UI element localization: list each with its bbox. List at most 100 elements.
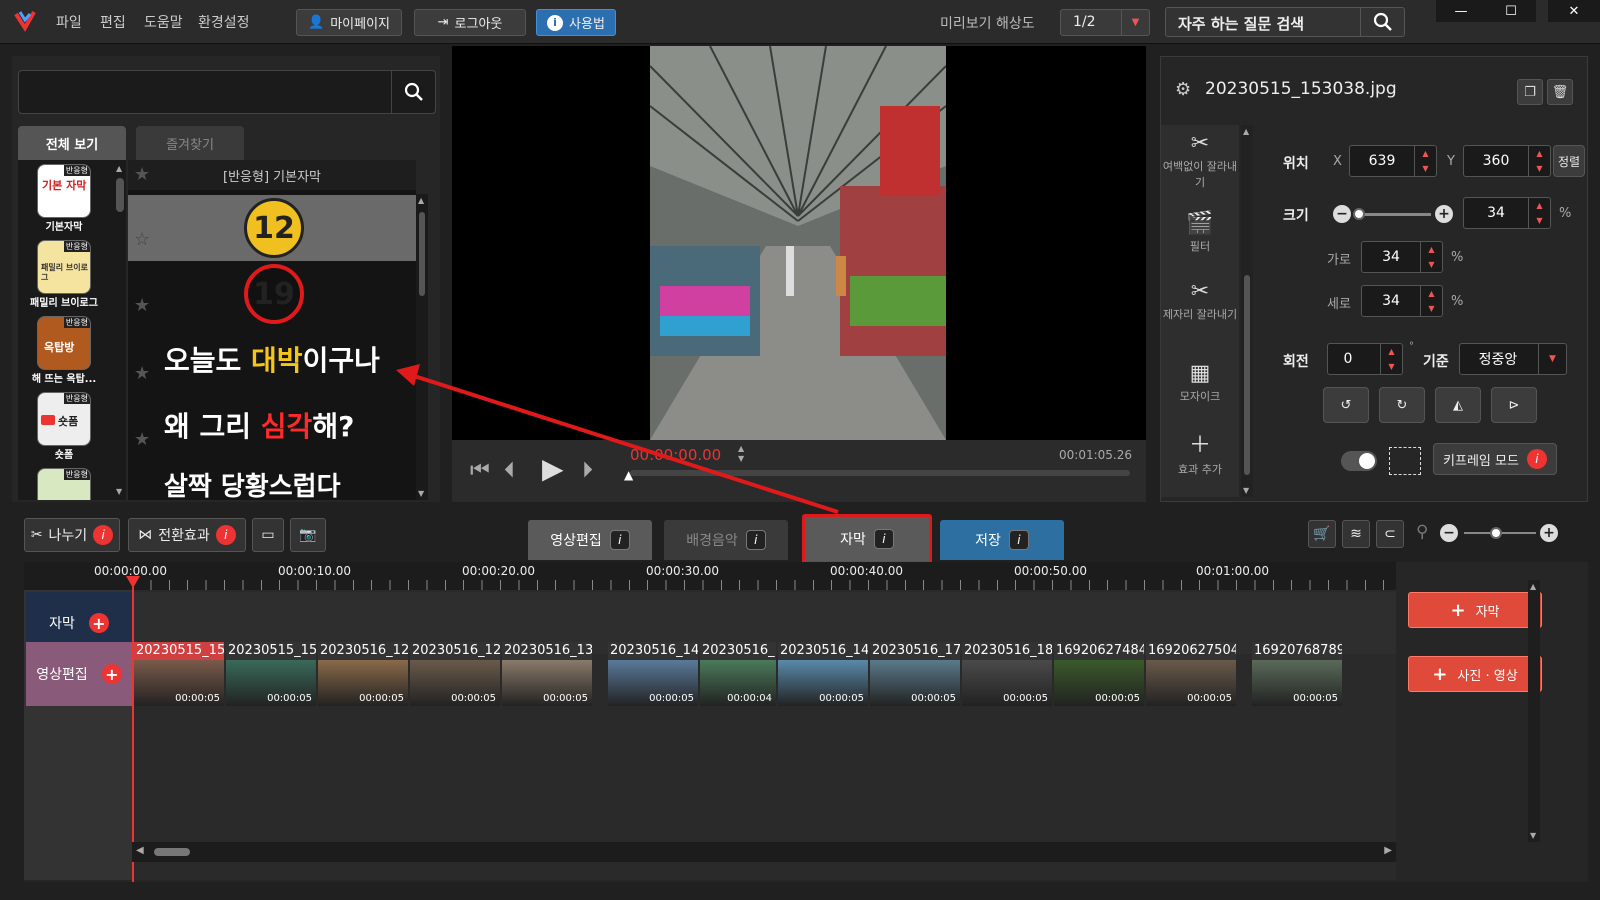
video-clip[interactable]: 169206275047 00:00:05 [1146, 642, 1236, 706]
keyframe-mode-button[interactable]: 키프레임 모드 i [1433, 443, 1557, 475]
slider-handle[interactable] [1353, 208, 1365, 220]
step-forward-icon[interactable]: ⏵ [582, 458, 593, 483]
playhead-icon[interactable]: ▲ [624, 468, 633, 482]
position-x-input[interactable]: 639 ▲ ▼ [1349, 145, 1437, 177]
video-clip[interactable]: 20230516_131 00:00:05 [502, 642, 592, 706]
template-search-input[interactable] [18, 70, 436, 114]
scroll-thumb[interactable] [154, 848, 190, 856]
menu-help[interactable]: 도움말 [144, 12, 183, 32]
trash-icon[interactable]: 🗑 [1547, 79, 1573, 105]
zoom-in-icon[interactable]: + [1540, 524, 1558, 542]
time-stepper-icon[interactable]: ▲ ▼ [738, 444, 744, 464]
zoom-out-icon[interactable]: − [1440, 524, 1458, 542]
tools-scrollbar[interactable]: ▲ ▼ [1241, 125, 1253, 497]
video-clip[interactable]: 20230515_153 00:00:05 [226, 642, 316, 706]
video-clip[interactable]: 20230516_145 00:00:05 [778, 642, 868, 706]
category-scrollbar[interactable]: ▲ ▼ [114, 160, 126, 500]
star-icon[interactable]: ★ [134, 295, 150, 316]
tool-crop-no-margin[interactable]: ✂ 여백없이 잘라내기 [1161, 131, 1239, 190]
size-input[interactable]: 34 ▲ ▼ [1463, 197, 1551, 229]
usage-button[interactable]: i 사용법 [536, 9, 616, 36]
category-item[interactable]: 반응형 패밀리 브이로그 패밀리 브이로그 [26, 240, 102, 309]
video-clip[interactable]: 169207687895 00:00:05 [1252, 642, 1342, 706]
tab-subtitle[interactable]: 자막 i [802, 514, 932, 564]
video-clip[interactable]: 20230515_153 00:00:05 [134, 642, 224, 706]
copy-icon[interactable]: ❐ [1517, 79, 1543, 105]
skip-start-icon[interactable]: ⏮ [470, 458, 490, 483]
resolution-select[interactable]: 1/2 ▼ [1060, 9, 1150, 36]
minimize-button[interactable]: — [1436, 0, 1486, 22]
scroll-thumb[interactable] [419, 212, 425, 296]
add-video-icon[interactable]: + [101, 664, 122, 684]
stepper-icon[interactable]: ▲ ▼ [1420, 242, 1442, 272]
height-input[interactable]: 34 ▲ ▼ [1361, 285, 1443, 317]
width-input[interactable]: 34 ▲ ▼ [1361, 241, 1443, 273]
stepper-icon[interactable]: ▲ ▼ [1528, 146, 1550, 176]
category-item[interactable]: 반응형 옥탑방 해 뜨는 옥탑... [26, 316, 102, 385]
step-back-icon[interactable]: ⏴ [504, 458, 515, 483]
stepper-icon[interactable]: ▲ ▼ [1414, 146, 1436, 176]
flip-vertical-button[interactable]: ⊳ [1491, 387, 1537, 423]
close-button[interactable]: ✕ [1548, 0, 1600, 22]
template-item[interactable]: ★ 19 [128, 261, 416, 327]
video-clip[interactable]: 20230516_124 00:00:05 [318, 642, 408, 706]
tool-filter[interactable]: 🎬 필터 [1161, 211, 1239, 254]
stepper-icon[interactable]: ▲ ▼ [1380, 344, 1402, 374]
playhead[interactable] [132, 578, 134, 882]
video-clip[interactable]: 20230516_180 00:00:05 [962, 642, 1052, 706]
tab-favorites[interactable]: 즐겨찾기 [136, 126, 244, 160]
video-clip[interactable]: 169206274841 00:00:05 [1054, 642, 1144, 706]
magnet-button[interactable]: ⊂ [1376, 520, 1404, 548]
stepper-icon[interactable]: ▲ ▼ [1420, 286, 1442, 316]
plus-icon[interactable]: + [1435, 205, 1453, 223]
template-item[interactable]: ★ 왜 그리 심각해? [128, 393, 416, 459]
template-item[interactable]: ★ 오늘도 대박이구나 [128, 327, 416, 393]
tool-add-effect[interactable]: ＋ 효과 추가 [1161, 427, 1239, 477]
category-item[interactable]: 반응형 [26, 468, 102, 500]
size-slider[interactable] [1355, 213, 1431, 216]
menu-settings[interactable]: 환경설정 [198, 12, 250, 32]
rotate-left-90-button[interactable]: ↺ [1323, 387, 1369, 423]
faq-search[interactable]: 자주 하는 질문 검색 [1165, 7, 1405, 37]
scroll-thumb[interactable] [1244, 275, 1250, 475]
timeline-vscroll[interactable]: ▲ ▼ [1528, 580, 1540, 842]
tool-crop-inplace[interactable]: ✂ 제자리 잘라내기 [1161, 279, 1239, 322]
add-media-button[interactable]: + 사진 · 영상 [1408, 656, 1542, 692]
mypage-button[interactable]: 👤 마이페이지 [296, 9, 402, 36]
cart-button[interactable]: 🛒 [1308, 520, 1336, 548]
slider-handle[interactable] [1490, 527, 1502, 539]
waveform-button[interactable]: ≋ [1342, 520, 1370, 548]
category-item[interactable]: 반응형 기본 자막 기본자막 [26, 164, 102, 233]
toggle-switch[interactable] [1341, 451, 1377, 471]
base-select[interactable]: 정중앙 ▼ [1459, 343, 1567, 375]
add-subtitle-button[interactable]: + 자막 [1408, 592, 1542, 628]
play-icon[interactable]: ▶ [542, 452, 564, 485]
tab-save[interactable]: 저장 i [940, 520, 1064, 560]
video-clip[interactable]: 20230516_174 00:00:05 [870, 642, 960, 706]
crop-frame-button[interactable]: ▭ [252, 518, 284, 552]
rotate-right-90-button[interactable]: ↻ [1379, 387, 1425, 423]
add-subtitle-icon[interactable]: + [88, 613, 109, 633]
logout-button[interactable]: ⇥ 로그아웃 [414, 9, 526, 36]
tab-all[interactable]: 전체 보기 [18, 126, 126, 160]
rotation-input[interactable]: 0 ▲ ▼ [1327, 343, 1403, 375]
tool-mosaic[interactable]: ▦ 모자이크 [1161, 361, 1239, 404]
video-clip[interactable]: 20230516_125 00:00:05 [410, 642, 500, 706]
timeline-hscroll[interactable]: ◀ ▶ [132, 842, 1396, 862]
star-icon[interactable]: ★ [134, 363, 150, 384]
category-item[interactable]: 반응형 숏폼 숏폼 [26, 392, 102, 461]
stepper-icon[interactable]: ▲ ▼ [1528, 198, 1550, 228]
maximize-button[interactable]: ☐ [1486, 0, 1536, 22]
bounding-box-icon[interactable] [1389, 447, 1421, 475]
search-icon[interactable] [1360, 8, 1404, 36]
search-icon[interactable] [391, 71, 435, 113]
scroll-thumb[interactable] [116, 178, 124, 212]
menu-file[interactable]: 파일 [56, 12, 82, 32]
transition-button[interactable]: ⋈ 전환효과 i [128, 518, 246, 552]
position-y-input[interactable]: 360 ▲ ▼ [1463, 145, 1551, 177]
video-clip[interactable]: 20230516_1 00:00:04 [700, 642, 776, 706]
video-clip[interactable]: 20230516_140 00:00:05 [608, 642, 698, 706]
flip-horizontal-button[interactable]: ◭ [1435, 387, 1481, 423]
playback-slider[interactable] [630, 470, 1130, 476]
split-button[interactable]: ✂ 나누기 i [24, 518, 120, 552]
